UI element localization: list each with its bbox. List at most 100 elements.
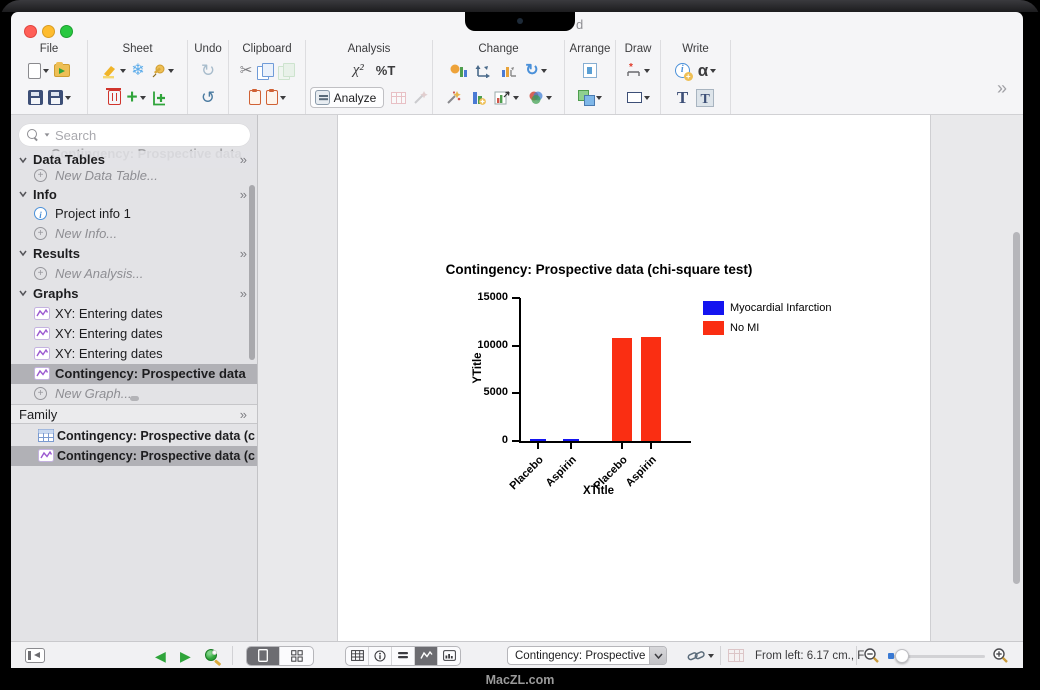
undo-button[interactable]: ↺	[201, 89, 215, 106]
paste-special-button[interactable]	[266, 90, 286, 105]
greek-symbol-button[interactable]: α	[698, 62, 716, 79]
minimize-button[interactable]	[42, 25, 55, 38]
add-data-to-graph-button[interactable]	[469, 90, 486, 105]
duplicate-button[interactable]	[278, 63, 294, 79]
align-button[interactable]	[583, 63, 597, 78]
new-analysis-item[interactable]: New Analysis...	[11, 264, 257, 284]
section-more-icon[interactable]: »	[240, 284, 247, 304]
data-bar[interactable]	[612, 338, 632, 441]
section-more-icon[interactable]: »	[240, 185, 247, 205]
new-sheet-button[interactable]	[28, 63, 49, 79]
wizard-button[interactable]	[413, 90, 428, 105]
new-data-table-item[interactable]: New Data Table...	[11, 166, 257, 186]
sidebar-section-results[interactable]: Results»	[11, 244, 257, 264]
resize-axes-button[interactable]	[475, 63, 492, 78]
sheet-selector-dropdown[interactable]: Contingency: Prospective da	[507, 646, 667, 665]
zoom-in-button[interactable]	[992, 642, 1009, 668]
bar-axis-button[interactable]	[500, 63, 517, 78]
cut-button[interactable]: ✂	[240, 63, 253, 78]
significance-bracket-button[interactable]: *	[626, 63, 650, 78]
y-tick-mark	[512, 392, 520, 394]
group-label: Draw	[625, 41, 652, 57]
dropdown-chevron-button[interactable]	[649, 647, 666, 664]
xy-graph-icon	[34, 327, 50, 340]
analyze-icon	[315, 90, 330, 105]
zoom-button[interactable]	[60, 25, 73, 38]
section-more-icon[interactable]: »	[240, 405, 247, 424]
data-bar[interactable]	[563, 439, 579, 441]
paste-button[interactable]	[249, 90, 261, 105]
graph-item-xy-2[interactable]: XY: Entering dates	[11, 324, 257, 344]
chi-square-button[interactable]: χ²	[353, 63, 364, 78]
analyze-button[interactable]: Analyze	[310, 87, 385, 108]
statusbar-divider	[720, 646, 721, 665]
apply-analysis-button[interactable]	[391, 92, 406, 104]
arrange-objects-button[interactable]	[578, 90, 602, 105]
snowflake-icon: ❄	[131, 63, 144, 79]
search-box[interactable]	[19, 124, 250, 146]
pin-button[interactable]	[150, 63, 174, 79]
xy-graph-icon	[34, 367, 50, 380]
table-view-button[interactable]	[346, 647, 369, 665]
collapse-sidebar-button[interactable]	[25, 642, 45, 668]
family-item-graph-selected[interactable]: Contingency: Prospective data (c	[11, 446, 257, 466]
family-item-table[interactable]: Contingency: Prospective data (c	[11, 426, 257, 446]
laptop-bezel: MacZL.com d File Sheet	[0, 0, 1040, 690]
toolbar-overflow-button[interactable]: »	[997, 78, 1007, 99]
text-tool-button[interactable]: T	[677, 89, 688, 106]
info-view-button[interactable]	[369, 647, 392, 665]
forward-triangle-icon: ▶	[180, 649, 191, 663]
graph-item-xy-1[interactable]: XY: Entering dates	[11, 304, 257, 324]
freeze-button[interactable]: ❄	[131, 63, 144, 79]
sidebar-section-info[interactable]: Info»	[11, 185, 257, 205]
gallery-view-button[interactable]	[280, 647, 313, 665]
open-file-button[interactable]	[54, 64, 70, 77]
family-section-header[interactable]: Family»	[11, 404, 257, 424]
new-graph-item[interactable]: New Graph...	[11, 384, 257, 404]
color-scheme-button[interactable]	[527, 90, 552, 105]
nav-back-button[interactable]: ◀	[155, 642, 166, 668]
sidebar-scrollbar[interactable]	[249, 185, 255, 360]
graph-view-button[interactable]	[415, 647, 438, 665]
nav-forward-button[interactable]: ▶	[180, 642, 191, 668]
graph-family-button[interactable]	[494, 90, 519, 105]
graph-item-contingency-selected[interactable]: Contingency: Prospective data	[11, 364, 257, 384]
layout-view-button[interactable]	[438, 647, 460, 665]
close-button[interactable]	[24, 25, 37, 38]
delete-sheet-button[interactable]	[108, 90, 121, 105]
content-scrollbar[interactable]	[1013, 232, 1020, 584]
interpolate-button[interactable]: %T	[376, 64, 396, 77]
linked-sheets-button[interactable]	[687, 642, 714, 668]
legend-entry[interactable]: No MI	[703, 321, 863, 335]
group-label: File	[40, 41, 59, 57]
text-box-button[interactable]: T	[696, 89, 714, 107]
single-page-view-button[interactable]	[247, 647, 280, 665]
new-info-item[interactable]: New Info...	[11, 224, 257, 244]
redo-button[interactable]: ↻	[201, 62, 215, 79]
position-info-text: From left: 6.17 cm., F	[755, 642, 864, 668]
graph-item-xy-3[interactable]: XY: Entering dates	[11, 344, 257, 364]
insert-button[interactable]	[151, 90, 167, 106]
save-button[interactable]	[28, 90, 43, 105]
new-info-note-button[interactable]	[675, 63, 690, 78]
results-view-button[interactable]	[392, 647, 415, 665]
data-bar[interactable]	[641, 337, 661, 441]
sidebar-section-graphs[interactable]: Graphs»	[11, 284, 257, 304]
legend-entry[interactable]: Myocardial Infarction	[703, 301, 863, 315]
add-button[interactable]: +	[126, 88, 145, 107]
highlight-button[interactable]	[101, 63, 126, 79]
copy-button[interactable]	[257, 63, 273, 79]
data-bar[interactable]	[530, 439, 546, 441]
change-graph-type-button[interactable]	[450, 63, 467, 78]
section-more-icon[interactable]: »	[240, 244, 247, 264]
statusbar-divider	[856, 646, 857, 665]
zoom-to-fit-button[interactable]	[204, 642, 222, 668]
draw-shape-button[interactable]	[627, 92, 650, 103]
rotate-button[interactable]: ↻	[525, 63, 546, 79]
save-as-button[interactable]	[48, 90, 71, 105]
project-info-item[interactable]: Project info 1	[11, 204, 257, 224]
search-input[interactable]	[55, 128, 242, 143]
magic-button[interactable]	[446, 90, 461, 105]
zoom-slider-thumb[interactable]	[895, 649, 909, 663]
zoom-out-button[interactable]	[863, 642, 880, 668]
